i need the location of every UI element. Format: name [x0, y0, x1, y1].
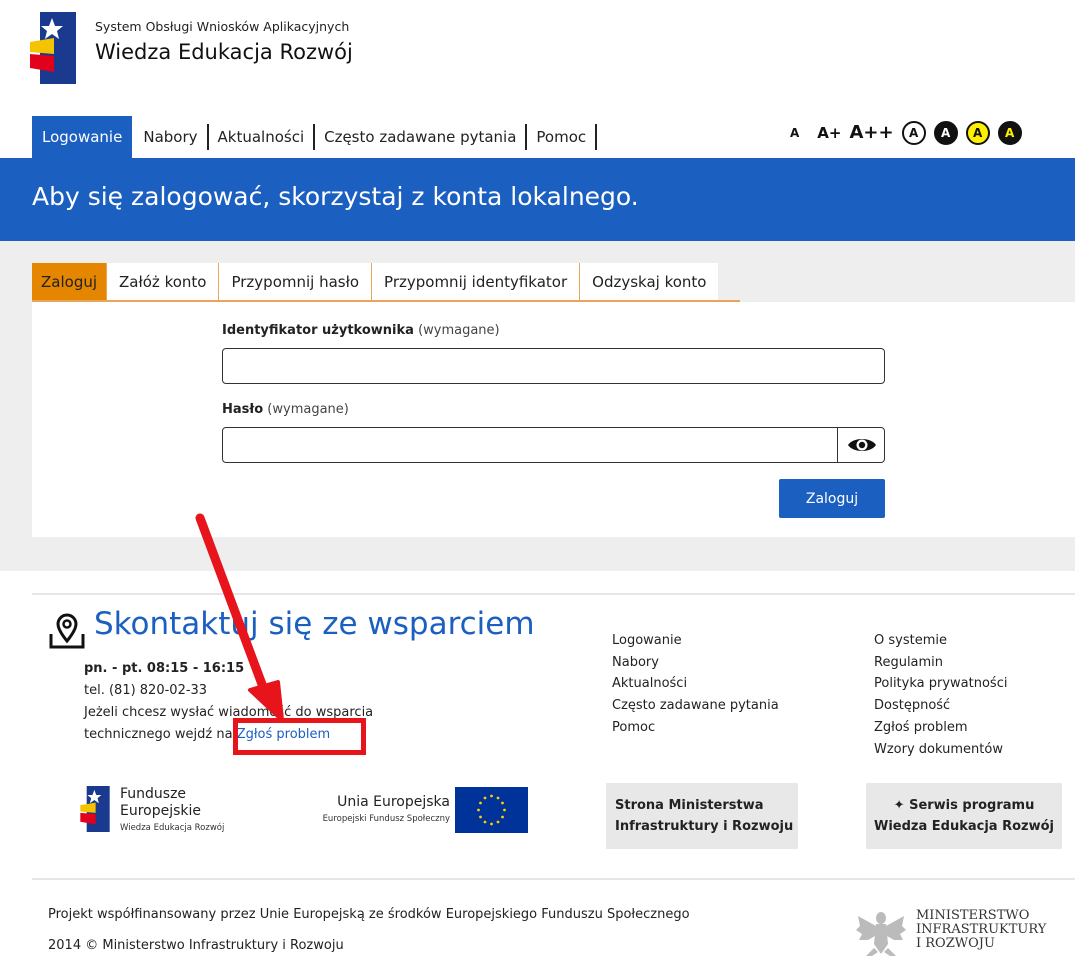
ue-logo-title: Unia Europejska [337, 794, 450, 810]
copyright-text: 2014 © Ministerstwo Infrastruktury i Roz… [48, 938, 344, 953]
footer-nav-col2: O systemie Regulamin Polityka prywatnośc… [874, 630, 1007, 760]
login-submit-button[interactable]: Zaloguj [779, 479, 885, 518]
id-label: Identyfikator użytkownika (wymagane) [222, 323, 500, 338]
footer-link-zglos-problem[interactable]: Zgłoś problem [874, 717, 1007, 739]
support-phone: tel. (81) 820-02-33 [84, 683, 208, 698]
ministry-website-button[interactable]: Strona Ministerstwa Infrastruktury i Rozw… [606, 783, 798, 849]
divider [32, 593, 1075, 595]
footer-link-regulamin[interactable]: Regulamin [874, 652, 1007, 674]
eu-flag-icon [455, 787, 528, 833]
password-label: Hasło (wymagane) [222, 402, 349, 417]
page-title: Aby się zalogować, skorzystaj z konta lo… [32, 182, 639, 211]
page-banner: Aby się zalogować, skorzystaj z konta lo… [0, 158, 1075, 241]
contrast-yellow-black-button[interactable]: A [965, 121, 990, 145]
annotation-highlight-box [233, 718, 366, 755]
nav-item-aktualnosci[interactable]: Aktualności [209, 124, 316, 150]
footer-link-dostepnosc[interactable]: Dostępność [874, 695, 1007, 717]
font-size-large[interactable]: A+ [817, 125, 841, 141]
tab-przypomnij-identyfikator[interactable]: Przypomnij identyfikator [372, 263, 581, 301]
fundusze-europejskie-small-logo [80, 786, 110, 832]
footer-link-faq[interactable]: Często zadawane pytania [612, 695, 779, 717]
font-size-normal[interactable]: A [790, 127, 799, 139]
footer-link-wzory[interactable]: Wzory dokumentów [874, 739, 1007, 761]
support-hours: pn. - pt. 08:15 - 16:15 [84, 661, 245, 676]
contrast-black-yellow-button[interactable]: A [997, 121, 1022, 145]
footer-link-logowanie[interactable]: Logowanie [612, 630, 779, 652]
cofinance-text: Projekt współfinansowany przez Unie Euro… [48, 907, 690, 922]
tab-odzyskaj-konto[interactable]: Odzyskaj konto [580, 263, 718, 301]
support-title: Skontaktuj się ze wsparciem [94, 606, 535, 642]
location-pin-icon [49, 613, 85, 649]
show-password-toggle[interactable] [837, 427, 885, 463]
polish-eagle-emblem [856, 912, 906, 956]
tab-zaloz-konto[interactable]: Załóż konto [107, 263, 220, 301]
footer-link-o-systemie[interactable]: O systemie [874, 630, 1007, 652]
login-form: Identyfikator użytkownika (wymagane) Has… [32, 302, 1075, 537]
contrast-default-button[interactable]: A [901, 121, 926, 145]
divider [32, 878, 1075, 880]
username-input[interactable] [222, 348, 885, 384]
program-name: Wiedza Edukacja Rozwój [95, 40, 353, 64]
password-input[interactable] [222, 427, 885, 463]
footer-link-pomoc[interactable]: Pomoc [612, 717, 779, 739]
font-size-xlarge[interactable]: A++ [849, 124, 893, 142]
fundusze-europejskie-logo [30, 12, 76, 84]
eye-icon [847, 439, 876, 451]
ue-logo-subtitle: Europejski Fundusz Społeczny [322, 814, 450, 824]
accessibility-controls: A A+ A++ A A A A [790, 118, 1022, 148]
fe-logo-text: Fundusze Europejskie [120, 786, 202, 819]
tab-zaloguj[interactable]: Zaloguj [32, 263, 108, 301]
footer-link-aktualnosci[interactable]: Aktualności [612, 673, 779, 695]
footer-link-nabory[interactable]: Nabory [612, 652, 779, 674]
fe-logo-subtitle: Wiedza Edukacja Rozwój [120, 823, 225, 833]
sparkle-icon: ✦ [893, 798, 905, 813]
login-section: Zaloguj Załóż konto Przypomnij hasło Prz… [0, 241, 1075, 571]
nav-item-faq[interactable]: Często zadawane pytania [315, 124, 528, 150]
ministry-logo-text: MINISTERSTWO INFRASTRUKTURY I ROZWOJU [916, 908, 1047, 951]
nav-item-pomoc[interactable]: Pomoc [527, 124, 598, 150]
program-website-button[interactable]: ✦ Serwis programu Wiedza Edukacja Rozwój [866, 783, 1062, 849]
contrast-black-white-button[interactable]: A [933, 121, 958, 145]
footer-nav-col1: Logowanie Nabory Aktualności Często zada… [612, 630, 779, 739]
nav-item-nabory[interactable]: Nabory [134, 124, 209, 150]
main-nav: Logowanie Nabory Aktualności Często zada… [32, 116, 598, 158]
system-name: System Obsługi Wniosków Aplikacyjnych [95, 19, 350, 34]
auth-tabs: Zaloguj Załóż konto Przypomnij hasło Prz… [32, 263, 719, 301]
nav-item-logowanie[interactable]: Logowanie [32, 116, 133, 158]
footer-link-polityka[interactable]: Polityka prywatności [874, 673, 1007, 695]
tab-przypomnij-haslo[interactable]: Przypomnij hasło [219, 263, 373, 301]
